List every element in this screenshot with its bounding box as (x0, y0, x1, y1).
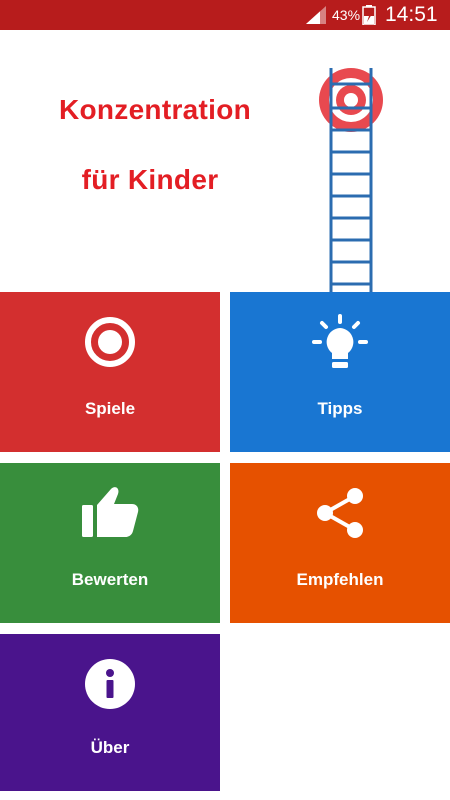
app-header: Konzentration für Kinder (0, 30, 450, 300)
empfehlen-label: Empfehlen (296, 570, 384, 589)
thumbs-up-icon (82, 487, 139, 537)
clock: 14:51 (385, 3, 438, 26)
empfehlen-tile[interactable]: Empfehlen (230, 463, 450, 623)
share-icon (317, 488, 363, 538)
target-ladder-logo (319, 68, 383, 300)
tipps-tile[interactable]: Tipps (230, 292, 450, 452)
spiele-tile[interactable]: Spiele (0, 292, 220, 452)
tipps-label: Tipps (317, 399, 363, 418)
spiele-label: Spiele (84, 399, 136, 418)
battery-percent: 43% (332, 7, 361, 23)
status-bar: 43% 14:51 (0, 0, 450, 30)
app-title-line1: Konzentration (58, 94, 252, 125)
info-icon (85, 659, 135, 709)
bewerten-label: Bewerten (71, 570, 149, 589)
app-title-line2: für Kinder (81, 164, 219, 195)
battery-charging-icon (362, 5, 376, 25)
bewerten-tile[interactable]: Bewerten (0, 463, 220, 623)
lightbulb-icon (312, 314, 368, 368)
ueber-tile[interactable]: Über (0, 634, 220, 791)
ueber-label: Über (90, 738, 130, 757)
signal-icon (306, 6, 326, 24)
target-icon (85, 317, 135, 367)
